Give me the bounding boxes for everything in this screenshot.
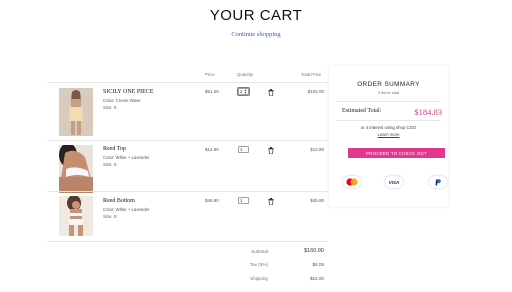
subtotal-value: $160.90 <box>304 248 324 254</box>
summary-divider <box>336 120 441 121</box>
item-total: $102.00 <box>307 89 324 94</box>
trash-icon[interactable] <box>268 89 274 96</box>
price-header: Price <box>205 72 215 77</box>
item-price: $45.90 <box>205 198 219 203</box>
installments-text: or 4 interest using shop CGO <box>360 125 417 130</box>
page-title: YOUR CART <box>209 7 303 24</box>
item-name[interactable]: Reed Top <box>103 146 126 152</box>
item-color: Color: White + Lavender <box>103 155 150 160</box>
row-divider <box>47 191 328 192</box>
item-total: $45.90 <box>310 198 324 203</box>
item-total: $12.90 <box>310 147 324 152</box>
checkout-button[interactable]: PROCEED TO CHECK OUT <box>348 148 445 158</box>
estimated-total-value: $184.03 <box>414 107 442 117</box>
shipping-label: Shipping <box>250 276 268 281</box>
header-divider <box>47 82 328 83</box>
paypal-icon <box>429 176 447 188</box>
row-divider <box>47 140 328 141</box>
quantity-value: 2 <box>240 89 243 94</box>
item-price: $51.00 <box>205 89 219 94</box>
trash-icon[interactable] <box>268 198 274 205</box>
summary-divider <box>336 101 441 102</box>
item-color: Color: Creme Wave <box>103 98 141 103</box>
shipping-value: $15.00 <box>309 276 324 281</box>
order-summary-title: ORDER SUMMARY <box>357 81 420 88</box>
product-image-reed-top[interactable] <box>59 145 93 193</box>
visa-icon: VISA <box>385 176 403 188</box>
item-price: $12.90 <box>205 147 219 152</box>
items-total-text: 3 items total <box>377 90 400 95</box>
product-image-sicily[interactable] <box>59 88 93 136</box>
quantity-stepper-icon[interactable]: ▲ ▼ <box>244 88 247 94</box>
order-summary-panel: ORDER SUMMARY 3 items total Estimated To… <box>329 66 448 207</box>
quantity-value: 1 <box>240 198 243 203</box>
item-color: Color: White + Lavender <box>103 207 150 212</box>
item-size: Size: S <box>103 214 117 219</box>
total-price-header: Total Price <box>301 72 322 77</box>
trash-icon[interactable] <box>268 147 274 154</box>
item-name[interactable]: SICILY ONE PIECE <box>103 89 154 95</box>
tax-value: $8.05 <box>312 262 325 267</box>
quantity-input[interactable]: 1 <box>238 197 249 204</box>
learn-more-link[interactable]: Learn more <box>329 132 448 137</box>
estimated-total-label: Estimated Total: <box>342 108 382 114</box>
quantity-input[interactable]: 2 ▲ ▼ <box>237 87 250 96</box>
item-size: Size: S <box>103 105 117 110</box>
quantity-value: 1 <box>240 147 243 152</box>
product-image-reed-bottom[interactable] <box>59 196 93 244</box>
quantity-input[interactable]: 1 <box>238 146 249 153</box>
row-divider <box>47 241 328 242</box>
subtotal-label: Subtotal <box>251 249 268 254</box>
quantity-header: Quantity <box>237 72 254 77</box>
tax-label: Tax (5%) <box>249 262 268 267</box>
item-size: Size: S <box>103 162 117 167</box>
item-name[interactable]: Reed Bottom <box>103 198 135 204</box>
mastercard-icon <box>343 176 361 188</box>
continue-shopping-link[interactable]: Continue shopping <box>0 31 512 38</box>
